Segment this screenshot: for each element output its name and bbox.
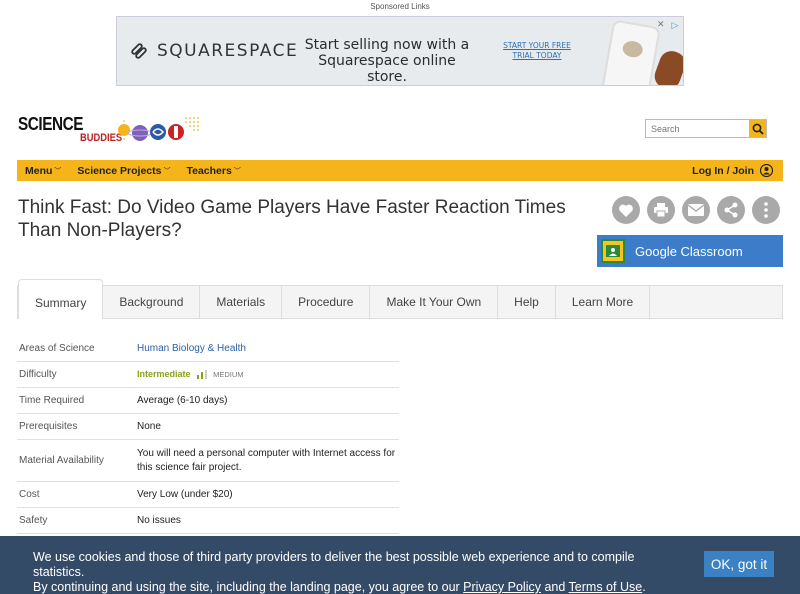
tab-materials[interactable]: Materials [200, 286, 283, 318]
ad-headline: Start selling now with a Squarespace onl… [304, 37, 470, 85]
info-row-safety: Safety No issues [17, 508, 399, 534]
nav-teachers[interactable]: Teachers ﹀ [178, 165, 248, 177]
info-row-difficulty: Difficulty Intermediate MEDIUM [17, 362, 399, 388]
email-button[interactable] [682, 196, 710, 224]
login-label: Log In / Join [692, 164, 754, 177]
material-value: You will need a personal computer with I… [137, 447, 396, 473]
ad-brand: SQUARESPACE [157, 41, 299, 61]
difficulty-value: Intermediate MEDIUM [137, 363, 399, 386]
ad-phone-image [601, 19, 661, 85]
tab-learn-more[interactable]: Learn More [556, 286, 651, 318]
ad-logo: SQUARESPACE [129, 41, 298, 61]
main-navbar: Menu ﹀ Science Projects ﹀ Teachers ﹀ Log In… [17, 160, 783, 181]
page-title: Think Fast: Do Video Game Players Have F… [18, 197, 566, 241]
terms-of-use-link[interactable]: Terms of Use [569, 580, 643, 594]
google-classroom-icon [601, 239, 625, 263]
info-row-cost: Cost Very Low (under $20) [17, 482, 399, 508]
search-input[interactable] [646, 120, 749, 137]
prereq-value: None [137, 420, 161, 432]
search-button[interactable] [749, 120, 766, 137]
tab-help[interactable]: Help [498, 286, 556, 318]
info-row-material: Material Availability You will need a pe… [17, 440, 399, 482]
nav-teachers-label: Teachers [186, 164, 232, 177]
difficulty-sub: MEDIUM [213, 370, 244, 379]
prereq-label: Prerequisites [19, 421, 78, 432]
safety-label: Safety [19, 515, 48, 526]
cookie-period: . [642, 580, 646, 594]
tab-summary[interactable]: Summary [18, 279, 104, 319]
cookie-banner: We use cookies and those of third party … [0, 536, 800, 594]
ad-cta-link[interactable]: START YOUR FREE TRIAL TODAY [501, 41, 573, 61]
nav-menu-label: Menu [25, 164, 53, 177]
project-info-table: Areas of Science Human Biology & Health … [17, 336, 399, 534]
ad-close-icon[interactable]: ✕ [657, 19, 667, 29]
page: Sponsored Links SQUARESPACE Start sellin… [0, 0, 800, 594]
nav-menu[interactable]: Menu ﹀ [17, 165, 69, 177]
favorite-button[interactable] [612, 196, 640, 224]
cookie-ok-button[interactable]: OK, got it [704, 551, 774, 577]
cookie-and-text: and [540, 580, 569, 594]
safety-value: No issues [137, 514, 181, 526]
tab-make-it-your-own[interactable]: Make It Your Own [370, 286, 499, 318]
time-label: Time Required [19, 395, 85, 406]
sponsored-label: Sponsored Links [370, 2, 430, 11]
print-button[interactable] [647, 196, 675, 224]
cookie-line-2-text: By continuing and using the site, includ… [33, 580, 464, 594]
share-button[interactable] [717, 196, 745, 224]
search-box [645, 119, 767, 138]
info-row-time: Time Required Average (6-10 days) [17, 388, 399, 414]
heart-icon [619, 204, 633, 217]
cost-label: Cost [19, 489, 40, 500]
difficulty-level: Intermediate [137, 369, 191, 379]
cost-value: Very Low (under $20) [137, 488, 233, 500]
logo-science-icons [118, 117, 199, 141]
logo-science-text: SCIENCE [18, 114, 84, 134]
material-label: Material Availability [19, 455, 104, 466]
adchoices-icon[interactable]: ▷ [669, 19, 681, 31]
vertical-dots-icon [764, 202, 768, 218]
google-classroom-label: Google Classroom [635, 243, 743, 259]
site-logo[interactable]: SCIENCE BUDDIES [18, 110, 208, 150]
info-row-prerequisites: Prerequisites None [17, 414, 399, 440]
chevron-down-icon: ﹀ [233, 167, 241, 175]
time-value: Average (6-10 days) [137, 394, 228, 406]
privacy-policy-link[interactable]: Privacy Policy [463, 580, 541, 594]
chevron-down-icon: ﹀ [54, 167, 62, 175]
google-classroom-button[interactable]: Google Classroom [597, 235, 783, 267]
search-icon [752, 123, 764, 135]
chevron-down-icon: ﹀ [163, 167, 171, 175]
share-actions [612, 196, 780, 224]
info-row-areas: Areas of Science Human Biology & Health [17, 336, 399, 362]
nav-science-projects[interactable]: Science Projects ﹀ [69, 165, 178, 177]
more-options-button[interactable] [752, 196, 780, 224]
share-icon [724, 202, 738, 218]
login-link[interactable]: Log In / Join [692, 164, 783, 177]
tab-procedure[interactable]: Procedure [282, 286, 371, 318]
areas-label: Areas of Science [19, 343, 95, 354]
printer-icon [654, 203, 668, 217]
cookie-message: We use cookies and those of third party … [33, 550, 673, 594]
difficulty-bars-icon [197, 369, 208, 379]
difficulty-label: Difficulty [19, 369, 57, 380]
envelope-icon [688, 204, 704, 216]
tab-background[interactable]: Background [103, 286, 201, 318]
ad-banner[interactable]: SQUARESPACE Start selling now with a Squ… [116, 16, 684, 86]
cookie-line-1: We use cookies and those of third party … [33, 550, 635, 579]
areas-value-link[interactable]: Human Biology & Health [137, 338, 399, 360]
squarespace-logo-icon [131, 43, 147, 59]
user-icon [760, 164, 773, 177]
cookie-line-2: By continuing and using the site, includ… [33, 580, 673, 594]
nav-science-projects-label: Science Projects [77, 164, 162, 177]
project-tabs: Summary Background Materials Procedure M… [17, 279, 783, 319]
